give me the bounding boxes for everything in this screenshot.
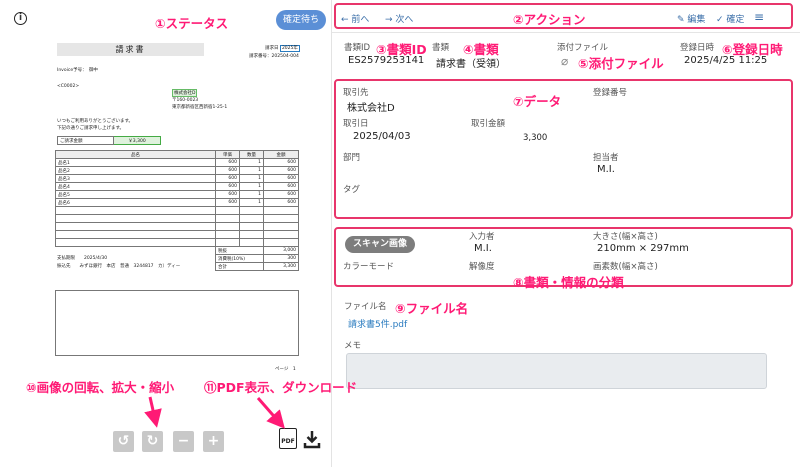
doc-postal: 〒160-0023 [172,98,199,103]
paperclip-icon[interactable]: ⌀ [561,54,568,68]
memo-textarea[interactable] [346,353,767,389]
table-row: 品名5 600 1 600 [55,190,299,199]
table-row: 品名6 600 1 600 [55,198,299,207]
download-icon[interactable] [303,429,321,449]
doc-number: 請求番号：202504-004 [249,54,299,59]
doc-title: 請求書 [57,43,204,56]
doc-recipient: Invoice予号： 御中 [57,68,98,73]
table-row: 品名4 600 1 600 [55,182,299,191]
divider [332,32,800,33]
annotation-pdf-download: ⑪PDF表示、ダウンロード [204,380,358,395]
annotation-status: ①ステータス [155,16,229,31]
file-name-link[interactable]: 請求書5件.pdf [348,317,407,330]
doc-date-label: 請求日 2025年 [265,45,300,52]
rotate-right-button[interactable]: ↻ [142,431,163,452]
doc-id-label: 書類ID [344,43,371,53]
status-button[interactable]: 確定待ち [276,10,326,30]
annotation-data: ⑦データ [513,94,562,109]
doc-company-stamp: 株式会社D [172,89,198,97]
table-row: 品名2 600 1 600 [55,166,299,175]
annotation-classification: ⑧書類・情報の分類 [513,275,624,290]
annotation-box-data [334,79,793,219]
document-preview-panel: i 確定待ち 請求書 請求日 2025年 請求番号：202504-004 Inv… [0,0,332,467]
doc-greeting-2: 下記の通りご請求申し上げます。 [57,126,125,131]
doc-page: ページ 1 [275,367,296,372]
info-icon[interactable]: i [14,12,27,25]
annotation-action: ②アクション [513,12,586,27]
doc-greeting-1: いつもご利用ありがとうございます。 [57,119,134,124]
doc-memo-box [55,290,299,356]
doc-due: 支払期限 2025/4/30 [57,256,108,261]
annotation-doc: ④書類 [463,42,499,57]
annotation-registered: ⑥登録日時 [722,42,783,57]
zoom-in-button[interactable]: + [203,431,224,452]
doc-bank: 振込先 みずほ銀行 本店 普通 3244817 カ）ディー [57,264,181,269]
annotation-doc-id: ③書類ID [376,42,427,57]
annotation-image-controls: ⑩画像の回転、拡大・縮小 [26,380,175,395]
doc-customer-code: <C0002> [57,84,80,89]
attachment-label: 添付ファイル [557,43,609,53]
annotation-file-name: ⑨ファイル名 [395,301,469,316]
document-image: 請求書 請求日 2025年 請求番号：202504-004 Invoice予号：… [39,33,319,388]
pdf-view-icon[interactable]: PDF [279,428,297,449]
table-row: 品名3 600 1 600 [55,174,299,183]
file-name-label: ファイル名 [344,302,387,312]
annotation-attachment: ⑤添付ファイル [578,56,664,71]
doc-address: 東京都新宿区西新宿1-25-1 [172,105,228,110]
rotate-left-button[interactable]: ↺ [113,431,134,452]
table-row: 品名1 600 1 600 [55,158,299,167]
memo-label: メモ [344,341,362,351]
registered-label: 登録日時 [680,43,715,53]
doc-items-table: 品名 単価 数量 金額 品名1 600 1 600 品名2 600 1 600 品名3 600… [55,150,299,271]
zoom-out-button[interactable]: − [173,431,194,452]
doc-type-label: 書類 [432,43,450,53]
doc-amount-table: ご請求金額 ￥3,300 [57,136,161,145]
